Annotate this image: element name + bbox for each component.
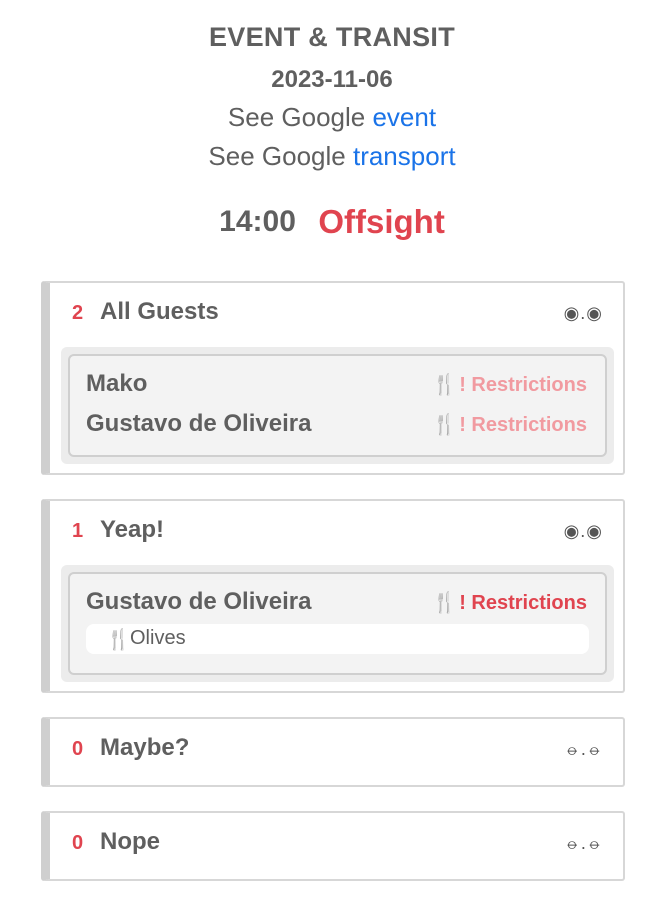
group-maybe: 0 Maybe? ⦵.⦵ <box>41 717 625 787</box>
event-name: Offsight <box>318 203 445 240</box>
restriction-note: 🍴 Olives <box>86 624 589 654</box>
group-nope: 0 Nope ⦵.⦵ <box>41 811 625 881</box>
event-time: 14:00 <box>219 205 296 238</box>
fork-knife-icon: 🍴 <box>106 629 131 651</box>
fork-knife-icon: 🍴 <box>432 374 458 396</box>
group-header[interactable]: 1 Yeap! ◉.◉ <box>50 501 623 563</box>
guest-row: Gustavo de Oliveira 🍴! Restrictions <box>86 588 587 618</box>
eyes-closed-icon[interactable]: ⦵.⦵ <box>565 739 603 760</box>
eyes-open-icon[interactable]: ◉.◉ <box>564 521 603 542</box>
group-count: 0 <box>72 738 84 760</box>
fork-knife-icon: 🍴 <box>432 592 458 614</box>
group-yeap: 1 Yeap! ◉.◉ Gustavo de Oliveira 🍴! Restr… <box>41 499 625 693</box>
group-all-guests: 2 All Guests ◉.◉ Mako 🍴! Restrictions Gu… <box>41 281 625 475</box>
guest-row: Mako 🍴! Restrictions <box>86 370 587 400</box>
restrictions-badge[interactable]: 🍴! Restrictions <box>432 412 587 437</box>
restrictions-badge[interactable]: 🍴! Restrictions <box>432 372 587 397</box>
guest-list-container: Gustavo de Oliveira 🍴! Restrictions 🍴 Ol… <box>61 565 614 682</box>
see-transport-prefix: See Google <box>208 141 353 171</box>
group-header[interactable]: 2 All Guests ◉.◉ <box>50 283 623 345</box>
group-header[interactable]: 0 Maybe? ⦵.⦵ <box>50 719 623 781</box>
see-google-transport-line: See Google transport <box>0 141 664 172</box>
group-count: 2 <box>72 302 84 324</box>
restriction-note-text: Olives <box>130 627 186 649</box>
eyes-open-icon[interactable]: ◉.◉ <box>564 303 603 324</box>
guest-list-container: Mako 🍴! Restrictions Gustavo de Oliveira… <box>61 347 614 464</box>
restrictions-label: ! Restrictions <box>459 592 587 614</box>
guest-name: Gustavo de Oliveira <box>86 588 312 615</box>
google-event-link[interactable]: event <box>372 102 436 132</box>
event-date: 2023-11-06 <box>271 66 393 93</box>
restrictions-badge[interactable]: 🍴! Restrictions <box>432 590 587 615</box>
group-name: All Guests <box>100 298 219 325</box>
group-header[interactable]: 0 Nope ⦵.⦵ <box>50 813 623 875</box>
guest-name: Gustavo de Oliveira <box>86 410 312 437</box>
guest-name: Mako <box>86 370 148 397</box>
fork-knife-icon: 🍴 <box>432 414 458 436</box>
google-transport-link[interactable]: transport <box>353 141 456 171</box>
group-count: 1 <box>72 520 84 542</box>
group-name: Yeap! <box>100 516 165 543</box>
see-event-prefix: See Google <box>227 102 373 132</box>
guest-list: Gustavo de Oliveira 🍴! Restrictions 🍴 Ol… <box>68 572 607 675</box>
event-headline: 14:00 Offsight <box>0 203 664 241</box>
page-title: EVENT & TRANSIT <box>208 22 455 52</box>
restrictions-label: ! Restrictions <box>459 374 587 396</box>
group-name: Maybe? <box>100 734 190 761</box>
guest-list: Mako 🍴! Restrictions Gustavo de Oliveira… <box>68 354 607 457</box>
guest-row: Gustavo de Oliveira 🍴! Restrictions <box>86 410 587 440</box>
eyes-closed-icon[interactable]: ⦵.⦵ <box>565 833 603 854</box>
group-name: Nope <box>100 828 160 855</box>
group-count: 0 <box>72 832 84 854</box>
see-google-event-line: See Google event <box>0 102 664 133</box>
restrictions-label: ! Restrictions <box>459 414 587 436</box>
